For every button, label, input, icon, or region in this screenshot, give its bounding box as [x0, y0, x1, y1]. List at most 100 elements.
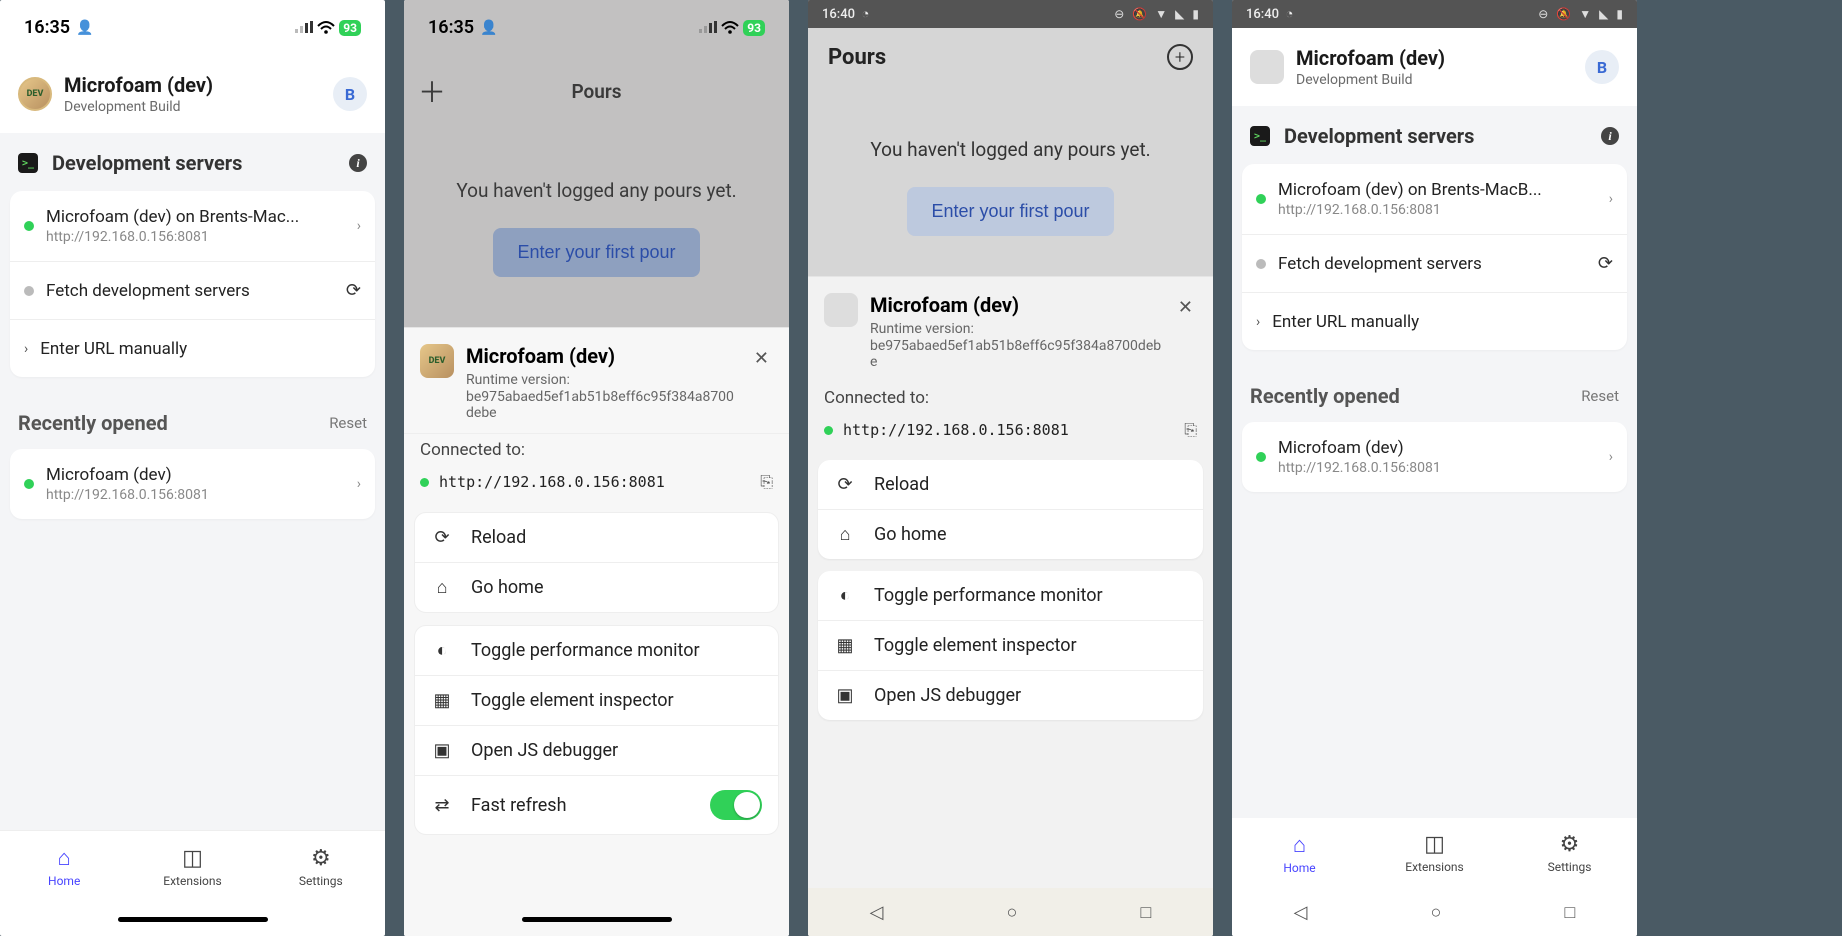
tab-settings[interactable]: ⚙ Settings [257, 831, 385, 902]
js-debugger-row[interactable]: ▣ Open JS debugger [818, 670, 1203, 720]
server-name: Microfoam (dev) on Brents-Mac... [46, 207, 345, 227]
dnd-icon: ⊖ [1114, 7, 1124, 21]
refresh-icon: ⟳ [1598, 253, 1613, 274]
debugger-icon: ▣ [834, 685, 856, 706]
server-row[interactable]: Microfoam (dev) on Brents-MacB... http:/… [1242, 164, 1627, 234]
enter-first-pour-button[interactable]: Enter your first pour [493, 228, 699, 277]
dev-servers-header: >_ Development servers i [0, 133, 385, 185]
cellular-icon [699, 17, 717, 38]
recent-row[interactable]: Microfoam (dev) http://192.168.0.156:808… [1242, 422, 1627, 492]
app-header: DEV Microfoam (dev) Development Build B [0, 55, 385, 133]
copy-icon[interactable]: ⎘ [760, 472, 773, 492]
tab-extensions-label: Extensions [1405, 860, 1463, 874]
nav-home-icon[interactable]: ○ [1007, 902, 1018, 923]
enter-first-pour-button[interactable]: Enter your first pour [907, 187, 1113, 236]
app-icon: DEV [420, 344, 454, 378]
tab-settings-label: Settings [299, 874, 343, 888]
mute-icon: 🔕 [1132, 7, 1147, 21]
reset-button[interactable]: Reset [329, 414, 367, 432]
go-home-row[interactable]: ⌂ Go home [818, 509, 1203, 559]
tab-extensions-label: Extensions [163, 874, 221, 888]
close-icon[interactable]: ✕ [1174, 293, 1197, 322]
fast-refresh-toggle[interactable] [710, 790, 762, 820]
status-time: 16:40 [1246, 7, 1279, 22]
element-inspector-row[interactable]: ▦ Toggle element inspector [415, 675, 778, 725]
element-inspector-row[interactable]: ▦ Toggle element inspector [818, 620, 1203, 670]
perf-monitor-row[interactable]: ◐ Toggle performance monitor [818, 571, 1203, 620]
fast-refresh-icon: ⇄ [431, 795, 453, 816]
tab-settings[interactable]: ⚙ Settings [1502, 818, 1637, 888]
element-inspector-label: Toggle element inspector [874, 635, 1187, 656]
extensions-icon: ◫ [182, 846, 203, 871]
nav-recent-icon[interactable]: □ [1565, 902, 1576, 923]
dev-servers-title: Development servers [52, 151, 349, 175]
gauge-icon: ◐ [431, 640, 453, 661]
fast-refresh-label: Fast refresh [471, 795, 692, 816]
nav-recent-icon[interactable]: □ [1141, 902, 1152, 923]
ios-home-indicator [404, 902, 789, 936]
reload-row[interactable]: ⟳ Reload [818, 460, 1203, 509]
info-icon[interactable]: i [1601, 127, 1619, 145]
js-debugger-row[interactable]: ▣ Open JS debugger [415, 725, 778, 775]
app-subtitle: Development Build [1296, 72, 1573, 88]
perf-monitor-label: Toggle performance monitor [471, 640, 762, 661]
app-header: Microfoam (dev) Development Build B [1232, 28, 1637, 106]
android-nav-bar: ◁ ○ □ [1232, 888, 1637, 936]
nav-back-icon[interactable]: ◁ [1294, 902, 1308, 923]
reset-button[interactable]: Reset [1581, 387, 1619, 405]
battery-indicator: 93 [339, 20, 361, 36]
sheet-title: Microfoam (dev) [870, 293, 1162, 317]
ios-status-bar: 16:35 👤 93 [0, 0, 385, 55]
clock-icon: ◔ [1285, 7, 1293, 22]
dev-servers-card: Microfoam (dev) on Brents-Mac... http://… [10, 191, 375, 377]
fetch-servers-row[interactable]: Fetch development servers ⟳ [10, 261, 375, 319]
empty-state: You haven't logged any pours yet. Enter … [404, 127, 789, 327]
add-pour-button[interactable]: ＋ [418, 71, 446, 111]
close-icon[interactable]: ✕ [750, 344, 773, 373]
server-row[interactable]: Microfoam (dev) on Brents-Mac... http://… [10, 191, 375, 261]
copy-icon[interactable]: ⎘ [1184, 420, 1197, 440]
status-dot-icon [1256, 259, 1266, 269]
user-avatar[interactable]: B [1585, 50, 1619, 84]
battery-indicator: 93 [743, 20, 765, 36]
tab-home[interactable]: ⌂ Home [1232, 818, 1367, 888]
app-icon [1250, 50, 1284, 84]
nav-back-icon[interactable]: ◁ [870, 902, 884, 923]
tab-home[interactable]: ⌂ Home [0, 831, 128, 902]
chevron-right-icon: › [357, 218, 361, 234]
dev-menu-sheet: Microfoam (dev) Runtime version: be975ab… [808, 276, 1213, 888]
gauge-icon: ◐ [834, 585, 856, 606]
status-dot-icon [24, 221, 34, 231]
nav-home-icon[interactable]: ○ [1431, 902, 1442, 923]
dev-menu-sheet: DEV Microfoam (dev) Runtime version: be9… [404, 327, 789, 936]
connected-to-label: Connected to: [404, 434, 789, 462]
go-home-row[interactable]: ⌂ Go home [415, 562, 778, 612]
info-icon[interactable]: i [349, 154, 367, 172]
server-url: http://192.168.0.156:8081 [46, 229, 345, 245]
app-icon [824, 293, 858, 327]
status-time: 16:35 [428, 17, 474, 38]
extensions-icon: ◫ [1424, 832, 1445, 857]
enter-url-row[interactable]: › Enter URL manually [10, 319, 375, 377]
fetch-servers-row[interactable]: Fetch development servers ⟳ [1242, 234, 1627, 292]
user-avatar[interactable]: B [333, 77, 367, 111]
connected-to-row: http://192.168.0.156:8081 ⎘ [404, 462, 789, 506]
fast-refresh-row[interactable]: ⇄ Fast refresh [415, 775, 778, 834]
perf-monitor-row[interactable]: ◐ Toggle performance monitor [415, 626, 778, 675]
reload-row[interactable]: ⟳ Reload [415, 513, 778, 562]
app-title: Microfoam (dev) [1296, 46, 1573, 70]
server-url: http://192.168.0.156:8081 [1278, 202, 1597, 218]
add-pour-button[interactable]: + [1167, 44, 1193, 70]
wifi-icon [721, 21, 739, 35]
android-nav-bar: ◁ ○ □ [808, 888, 1213, 936]
recent-row[interactable]: Microfoam (dev) http://192.168.0.156:808… [10, 449, 375, 519]
chevron-right-icon: › [357, 476, 361, 492]
tab-extensions[interactable]: ◫ Extensions [1367, 818, 1502, 888]
runtime-label: Runtime version: [870, 321, 1162, 337]
enter-url-row[interactable]: › Enter URL manually [1242, 292, 1627, 350]
status-dot-icon [24, 286, 34, 296]
chevron-right-icon: › [24, 341, 28, 357]
element-inspector-label: Toggle element inspector [471, 690, 762, 711]
home-icon: ⌂ [1293, 832, 1306, 858]
tab-extensions[interactable]: ◫ Extensions [128, 831, 256, 902]
